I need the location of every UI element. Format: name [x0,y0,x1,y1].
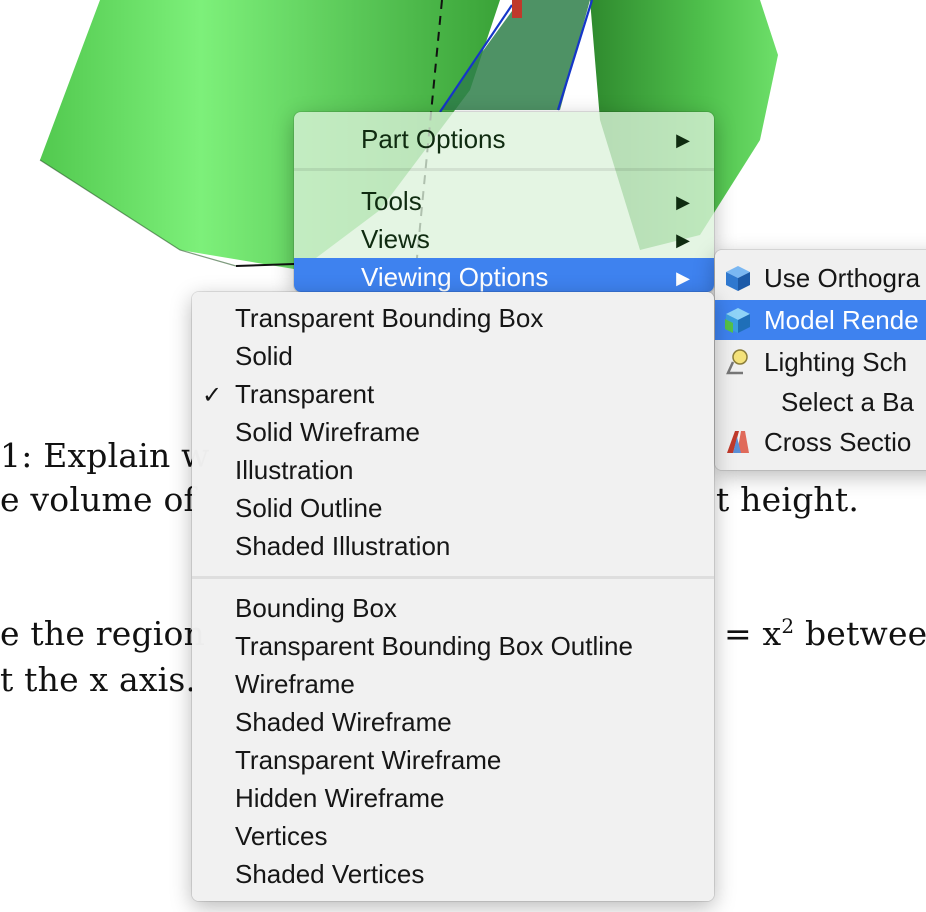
menu-item-viewing-options[interactable]: Viewing Options ▶ [294,258,714,292]
menu-item-views[interactable]: Views ▶ [294,220,714,258]
menu-item-part-options[interactable]: Part Options ▶ [294,120,714,158]
menu-item-shaded-vertices[interactable]: Shaded Vertices [192,855,714,893]
menu-item-transparent-bounding-box[interactable]: Transparent Bounding Box [192,299,714,337]
submenu-arrow-icon: ▶ [676,130,690,150]
menu-item-transparent-wireframe[interactable]: Transparent Wireframe [192,741,714,779]
menu-item-solid-outline[interactable]: Solid Outline [192,489,714,527]
menu-item-hidden-wireframe[interactable]: Hidden Wireframe [192,779,714,817]
submenu-arrow-icon: ▶ [676,268,690,288]
menu-item-model-rendering[interactable]: Model Rende [715,300,926,340]
menu-item-solid-wireframe[interactable]: Solid Wireframe [192,413,714,451]
document-line-3-end: = x2 betwee [724,614,926,653]
viewing-options-submenu: Use Orthogra Model Rende Lighting Sch Se… [715,250,926,470]
menu-item-transparent-bounding-box-outline[interactable]: Transparent Bounding Box Outline [192,627,714,665]
cube-render-icon [725,308,750,333]
menu-item-transparent[interactable]: ✓ Transparent [192,375,714,413]
menu-item-illustration[interactable]: Illustration [192,451,714,489]
menu-separator [192,576,714,579]
menu-item-solid[interactable]: Solid [192,337,714,375]
menu-item-shaded-wireframe[interactable]: Shaded Wireframe [192,703,714,741]
menu-item-select-background[interactable]: Select a Ba [715,382,926,422]
menu-item-bounding-box[interactable]: Bounding Box [192,589,714,627]
cube-icon [726,266,750,291]
menu-item-wireframe[interactable]: Wireframe [192,665,714,703]
submenu-arrow-icon: ▶ [676,192,690,212]
cross-section-icon [727,431,749,453]
menu-item-use-orthographic[interactable]: Use Orthogra [715,258,926,298]
document-line-4: t the x axis. [0,660,197,699]
submenu-arrow-icon: ▶ [676,230,690,250]
rendering-style-menu: Transparent Bounding Box Solid ✓ Transpa… [192,292,714,901]
menu-item-vertices[interactable]: Vertices [192,817,714,855]
menu-item-tools[interactable]: Tools ▶ [294,182,714,220]
menu-item-lighting-schemes[interactable]: Lighting Sch [715,342,926,382]
menu-item-cross-section[interactable]: Cross Sectio [715,422,926,462]
document-line-3: e the region [0,614,206,653]
document-line-2-end: t height. [716,480,860,519]
lamp-icon [726,349,748,375]
document-line-1: 1: Explain w [0,436,210,475]
menu-separator [294,168,714,171]
document-line-2: e volume of [0,480,196,519]
context-menu: Part Options ▶ Tools ▶ Views ▶ Viewing O… [294,112,714,292]
checkmark-icon: ✓ [202,382,223,409]
menu-item-shaded-illustration[interactable]: Shaded Illustration [192,527,714,565]
